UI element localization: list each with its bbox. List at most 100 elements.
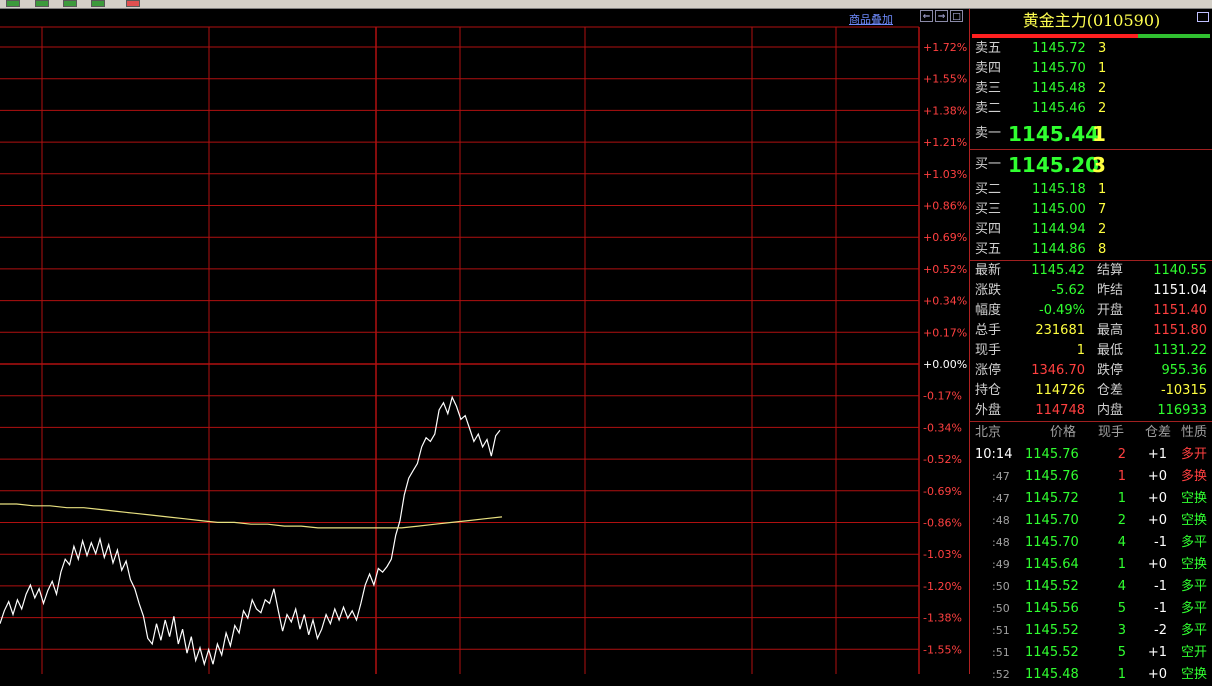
bid-price: 1145.18 xyxy=(1032,182,1086,197)
tick-row[interactable]: :51 1145.52 3 -2 多平 xyxy=(970,620,1212,642)
y-axis-label: -0.17% xyxy=(923,390,962,403)
bid-row[interactable]: 买二 1145.18 1 xyxy=(970,180,1212,200)
stat-label: 跌停 xyxy=(1097,363,1124,378)
ask-volume: 2 xyxy=(1098,101,1107,116)
tick-row[interactable]: :47 1145.76 1 +0 多换 xyxy=(970,466,1212,488)
toolbar-button-4[interactable] xyxy=(91,0,105,7)
stat-row: 总手 231681 最高 1151.80 xyxy=(970,321,1212,341)
ask1-row[interactable]: 卖一 1145.44 1 xyxy=(970,120,1212,148)
tick-oi-change: +1 xyxy=(1147,447,1167,462)
tick-oi-change: -1 xyxy=(1154,579,1167,594)
ask-price: 1145.46 xyxy=(1032,101,1086,116)
stat-value: 1 xyxy=(1076,343,1085,358)
bid-price: 1144.86 xyxy=(1032,242,1086,257)
stat-label: 昨结 xyxy=(1097,283,1124,298)
stat-value: 1151.04 xyxy=(1153,283,1207,298)
chart-canvas: +1.72% +1.55% +1.38% +1.21% +1.03% +0.86% +0.6… xyxy=(0,26,967,674)
stat-value: 1151.80 xyxy=(1153,323,1207,338)
stat-value: 1140.55 xyxy=(1153,263,1207,278)
y-axis-label: -0.69% xyxy=(923,485,962,498)
toolbar-button-3[interactable] xyxy=(63,0,77,7)
tick-row[interactable]: :48 1145.70 2 +0 空换 xyxy=(970,510,1212,532)
tick-oi-change: +0 xyxy=(1147,469,1167,484)
bid-label: 买三 xyxy=(975,202,1002,217)
bid-row[interactable]: 买四 1144.94 2 xyxy=(970,220,1212,240)
ask-volume: 2 xyxy=(1098,81,1107,96)
stat-label: 外盘 xyxy=(975,403,1002,418)
toolbar-button-5[interactable] xyxy=(126,0,140,7)
tick-row[interactable]: :47 1145.72 1 +0 空换 xyxy=(970,488,1212,510)
stat-row: 涨跌 -5.62 昨结 1151.04 xyxy=(970,281,1212,301)
ask-label: 卖三 xyxy=(975,81,1002,96)
tick-oi-change: +1 xyxy=(1147,645,1167,660)
tick-header-oi: 仓差 xyxy=(1145,425,1172,440)
tick-nature: 多开 xyxy=(1181,447,1208,462)
ask-price: 1145.48 xyxy=(1032,81,1086,96)
tick-row[interactable]: :50 1145.56 5 -1 多平 xyxy=(970,598,1212,620)
tick-row[interactable]: :49 1145.64 1 +0 空换 xyxy=(970,554,1212,576)
ask-price: 1145.70 xyxy=(1032,61,1086,76)
next-icon[interactable]: ⇒ xyxy=(935,10,948,22)
tick-row[interactable]: :51 1145.52 5 +1 空开 xyxy=(970,642,1212,664)
bid1-row[interactable]: 买一 1145.20 3 xyxy=(970,151,1212,179)
y-axis-label: -0.86% xyxy=(923,517,962,530)
stat-label: 结算 xyxy=(1097,263,1124,278)
stat-row: 现手 1 最低 1131.22 xyxy=(970,341,1212,361)
ask-volume: 1 xyxy=(1098,61,1107,76)
intraday-chart[interactable]: +1.72% +1.55% +1.38% +1.21% +1.03% +0.86% +0.6… xyxy=(0,9,969,674)
stat-label: 涨跌 xyxy=(975,283,1002,298)
y-axis-label: +0.52% xyxy=(923,263,967,276)
stat-label: 现手 xyxy=(975,343,1002,358)
ask-row[interactable]: 卖二 1145.46 2 xyxy=(970,99,1212,119)
ask-row[interactable]: 卖四 1145.70 1 xyxy=(970,59,1212,79)
ask-row[interactable]: 卖三 1145.48 2 xyxy=(970,79,1212,99)
tick-price: 1145.52 xyxy=(1025,645,1079,660)
stat-value: 1131.22 xyxy=(1153,343,1207,358)
tick-volume: 1 xyxy=(1117,469,1126,484)
y-axis-label: +0.69% xyxy=(923,231,967,244)
tick-volume: 4 xyxy=(1117,579,1126,594)
tick-price: 1145.56 xyxy=(1025,601,1079,616)
tick-row[interactable]: :52 1145.48 1 +0 空换 xyxy=(970,664,1212,686)
bid-volume: 1 xyxy=(1098,182,1107,197)
average-price-line xyxy=(0,503,503,529)
ask-row[interactable]: 卖五 1145.72 3 xyxy=(970,39,1212,59)
prev-icon[interactable]: ⇐ xyxy=(920,10,933,22)
bid-row[interactable]: 买五 1144.86 8 xyxy=(970,240,1212,260)
y-axis-label: +0.17% xyxy=(923,326,967,339)
instrument-title: 黄金主力(010590) xyxy=(1022,11,1161,30)
stat-value: 1145.42 xyxy=(1031,263,1085,278)
stat-label: 最高 xyxy=(1097,323,1124,338)
tick-volume: 1 xyxy=(1117,557,1126,572)
tick-row[interactable]: :50 1145.52 4 -1 多平 xyxy=(970,576,1212,598)
tick-nature: 空开 xyxy=(1181,645,1208,660)
stat-label: 涨停 xyxy=(975,363,1002,378)
window-icon[interactable]: □ xyxy=(950,10,963,22)
y-axis-label: -1.38% xyxy=(923,612,962,625)
bid1-row-price: 1145.20 xyxy=(1008,153,1100,177)
toolbar-button-2[interactable] xyxy=(35,0,49,7)
y-axis-label: +1.55% xyxy=(923,73,967,86)
tick-row[interactable]: 10:14 1145.76 2 +1 多开 xyxy=(970,444,1212,466)
tick-volume: 4 xyxy=(1117,535,1126,550)
maximize-icon[interactable] xyxy=(1197,12,1209,22)
stat-value: 1151.40 xyxy=(1153,303,1207,318)
overlay-commodity-link[interactable]: 商品叠加 xyxy=(849,11,893,27)
tick-price: 1145.52 xyxy=(1025,579,1079,594)
stat-value: -5.62 xyxy=(1051,283,1085,298)
toolbar-button-1[interactable] xyxy=(6,0,20,7)
tick-time: :50 xyxy=(992,602,1010,615)
tick-time: :47 xyxy=(992,492,1010,505)
bid-row[interactable]: 买三 1145.00 7 xyxy=(970,200,1212,220)
tick-nature: 空换 xyxy=(1181,491,1208,506)
stat-row: 涨停 1346.70 跌停 955.36 xyxy=(970,361,1212,381)
tick-row[interactable]: :48 1145.70 4 -1 多平 xyxy=(970,532,1212,554)
y-axis-label: +1.03% xyxy=(923,168,967,181)
tick-oi-change: +0 xyxy=(1147,667,1167,682)
stat-row: 持仓 114726 仓差 -10315 xyxy=(970,381,1212,401)
tick-price: 1145.72 xyxy=(1025,491,1079,506)
tick-volume: 2 xyxy=(1117,447,1126,462)
divider xyxy=(970,149,1212,150)
stat-value: -10315 xyxy=(1160,383,1207,398)
y-axis-label: +1.38% xyxy=(923,104,967,117)
